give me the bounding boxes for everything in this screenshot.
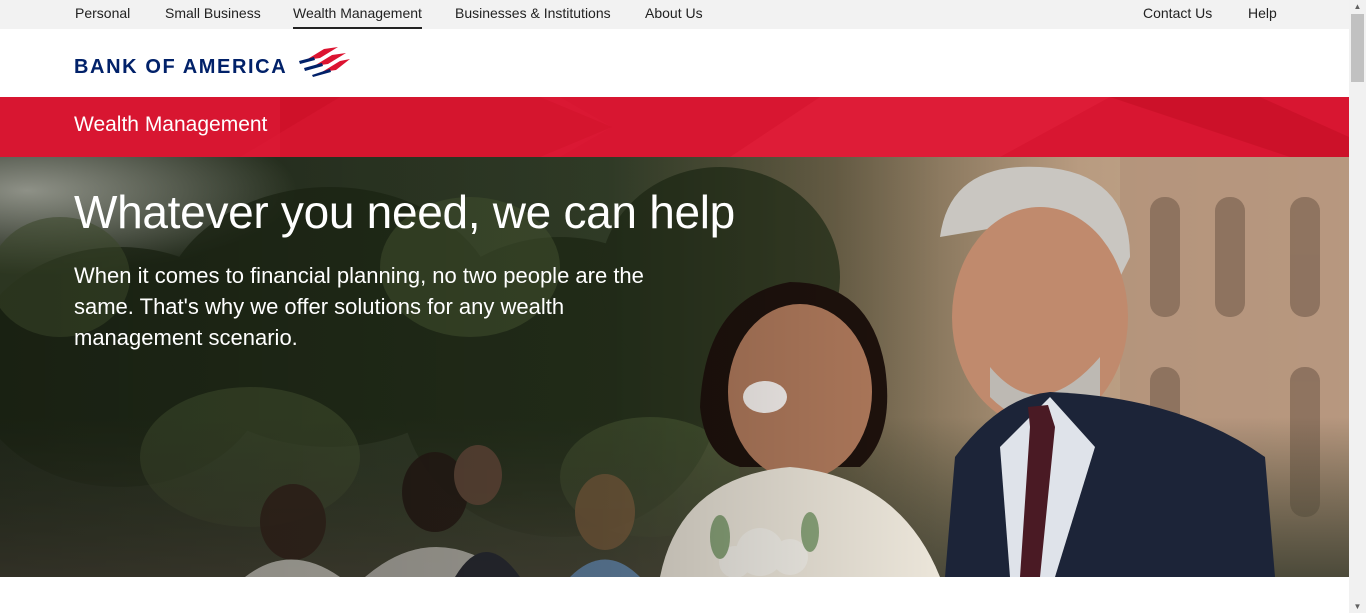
nav-small-business[interactable]: Small Business <box>165 0 261 29</box>
section-banner: Wealth Management <box>0 97 1349 157</box>
logo-bar: BANK OF AMERICA <box>0 29 1349 97</box>
scrollbar-thumb[interactable] <box>1351 14 1364 82</box>
hero-description: When it comes to financial planning, no … <box>74 263 644 350</box>
nav-businesses-institutions[interactable]: Businesses & Institutions <box>455 0 611 29</box>
flag-logo-icon <box>299 47 350 77</box>
page: Personal Small Business Wealth Managemen… <box>0 0 1349 613</box>
nav-about-us[interactable]: About Us <box>645 0 703 29</box>
nav-personal[interactable]: Personal <box>75 0 130 29</box>
vertical-scrollbar[interactable]: ▲ ▼ <box>1349 0 1366 613</box>
nav-help[interactable]: Help <box>1248 0 1277 29</box>
section-title-link[interactable]: Wealth Management <box>74 113 267 137</box>
nav-contact-us[interactable]: Contact Us <box>1143 0 1212 29</box>
bank-logo-text: BANK OF AMERICA <box>74 56 288 78</box>
scroll-up-icon[interactable]: ▲ <box>1349 0 1366 13</box>
hero-banner: Whatever you need, we can help When it c… <box>0 157 1349 577</box>
page-content-below <box>0 577 1349 613</box>
nav-wealth-management[interactable]: Wealth Management <box>293 0 422 29</box>
top-navigation: Personal Small Business Wealth Managemen… <box>0 0 1349 29</box>
hero-heading: Whatever you need, we can help <box>74 186 735 238</box>
scroll-down-icon[interactable]: ▼ <box>1349 600 1366 613</box>
